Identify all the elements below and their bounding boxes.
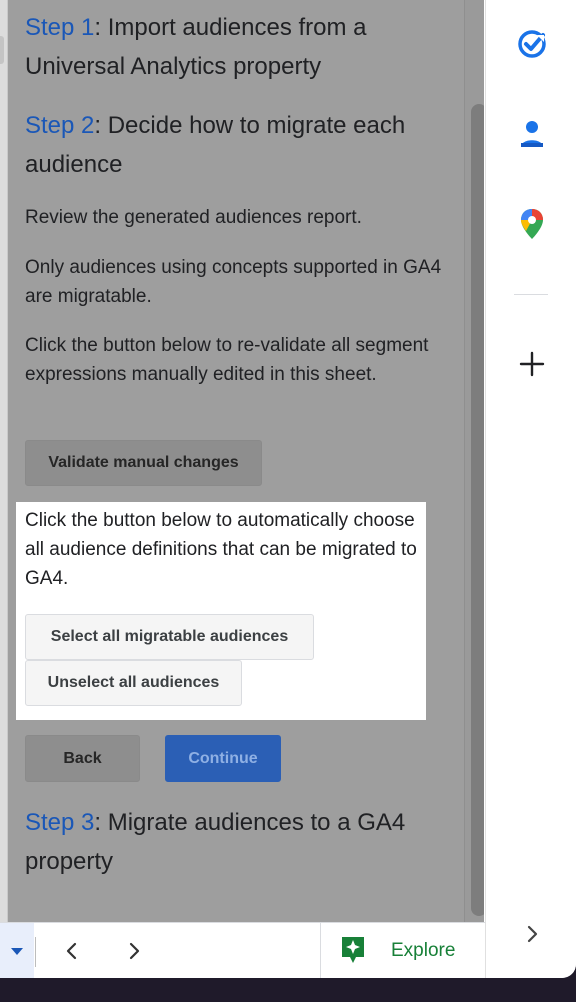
bottom-separator	[35, 937, 36, 967]
app-window: Step 1: Import audiences from a Universa…	[0, 0, 576, 978]
step3-heading: Step 3: Migrate audiences to a GA4 prope…	[25, 803, 445, 881]
step2-link[interactable]: Step 2	[25, 112, 94, 139]
back-button[interactable]: Back	[25, 735, 140, 782]
chevron-right-icon	[129, 942, 140, 960]
scrollbar-thumb[interactable]	[471, 104, 484, 916]
step3-link[interactable]: Step 3	[25, 809, 94, 836]
maps-icon[interactable]	[514, 206, 550, 242]
tasks-icon[interactable]	[514, 26, 550, 62]
sidebar-panel: Step 1: Import audiences from a Universa…	[8, 0, 484, 922]
revalidate-text: Click the button below to re-validate al…	[25, 335, 429, 385]
explore-button[interactable]: Explore	[320, 923, 486, 978]
side-panel-rail	[485, 0, 576, 978]
unselect-all-button[interactable]: Unselect all audiences	[25, 660, 242, 706]
select-all-migratable-button[interactable]: Select all migratable audiences	[25, 614, 314, 660]
step2-heading: Step 2: Decide how to migrate each audie…	[25, 106, 445, 184]
expand-rail-icon[interactable]	[514, 916, 550, 952]
continue-button[interactable]: Continue	[165, 735, 281, 782]
rail-divider	[514, 294, 548, 295]
sheet-list-dropdown[interactable]	[0, 923, 34, 978]
validate-manual-changes-button[interactable]: Validate manual changes	[25, 440, 262, 486]
bottom-sheet-bar: Explore	[0, 922, 485, 978]
step1-heading: Step 1: Import audiences from a Universa…	[25, 8, 445, 86]
add-icon[interactable]	[514, 346, 550, 382]
contacts-icon[interactable]	[514, 116, 550, 152]
step1-link[interactable]: Step 1	[25, 14, 94, 41]
scroll-tabs-left-button[interactable]	[58, 937, 86, 965]
explore-label: Explore	[391, 940, 456, 961]
sheet-tab-notch	[0, 36, 4, 64]
sheet-edge	[0, 0, 8, 922]
caret-down-icon	[11, 948, 23, 955]
auto-select-section: Click the button below to automatically …	[16, 502, 426, 720]
scroll-tabs-right-button[interactable]	[120, 937, 148, 965]
chevron-left-icon	[66, 942, 77, 960]
auto-choose-text: Click the button below to automatically …	[25, 510, 417, 589]
explore-icon	[342, 937, 364, 963]
review-text: Review the generated audiences report.	[25, 207, 362, 228]
migratable-text: Only audiences using concepts supported …	[25, 257, 442, 307]
